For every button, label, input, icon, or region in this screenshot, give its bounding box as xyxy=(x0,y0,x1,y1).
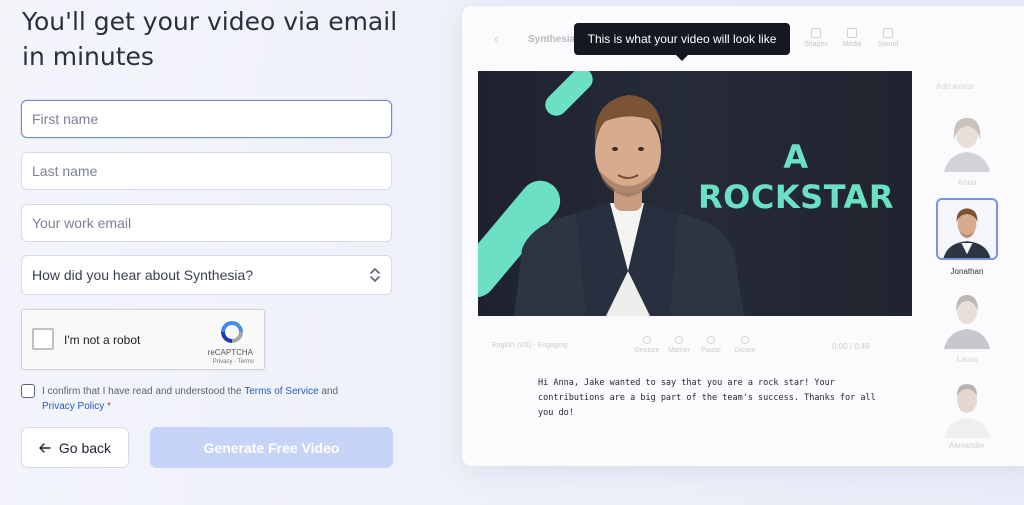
duration-counter: 0:00 / 0:49 xyxy=(832,342,870,351)
chevron-updown-icon xyxy=(370,267,380,283)
video-headline-line2: ROCKSTAR xyxy=(698,178,894,216)
privacy-link[interactable]: Privacy Policy xyxy=(42,401,104,412)
shapes-icon xyxy=(811,28,821,38)
source-select-value: How did you hear about Synthesia? xyxy=(32,267,254,283)
video-preview: A ROCKSTAR xyxy=(478,71,912,316)
recaptcha-brand: reCAPTCHA xyxy=(207,348,253,357)
control-marker-label: Marker xyxy=(668,347,690,354)
go-back-label: Go back xyxy=(58,439,112,456)
required-mark: * xyxy=(107,401,111,412)
avatar-alexander-name: Alexander xyxy=(948,441,986,450)
recaptcha-links[interactable]: Privacy - Terms xyxy=(213,359,254,365)
avatars-heading: Add avatar xyxy=(936,82,975,91)
video-script-text: Hi Anna, Jake wanted to say that you are… xyxy=(538,378,876,418)
avatar-alexander xyxy=(936,376,998,438)
avatar-jonathan[interactable] xyxy=(936,198,998,260)
source-select[interactable]: How did you hear about Synthesia? xyxy=(21,255,392,295)
arrow-left-icon xyxy=(39,442,51,453)
preview-tooltip: This is what your video will look like xyxy=(574,23,790,61)
editor-title: Synthesia xyxy=(528,34,576,45)
recaptcha-logo-icon xyxy=(221,321,243,343)
control-diction-label: Diction xyxy=(734,347,756,354)
avatar-jonathan-image xyxy=(943,208,991,258)
control-diction: Diction xyxy=(728,336,762,354)
consent-and: and xyxy=(321,386,339,397)
control-pause-label: Pause xyxy=(701,347,721,354)
recaptcha-widget: I'm not a robot reCAPTCHA Privacy - Term… xyxy=(21,309,265,370)
control-marker: Marker xyxy=(662,336,696,354)
control-gesture: Gesture xyxy=(630,336,664,354)
work-email-input[interactable] xyxy=(21,204,392,242)
consent-checkbox[interactable] xyxy=(21,384,35,398)
tool-shapes: Shapes xyxy=(798,28,834,48)
avatar-anna-name: Anna xyxy=(957,178,977,187)
tool-media-label: Media xyxy=(842,41,862,48)
tool-shapes-label: Shapes xyxy=(804,41,828,48)
avatar-jonathan-name: Jonathan xyxy=(950,267,984,276)
go-back-button[interactable]: Go back xyxy=(21,427,129,468)
avatar-anna-image xyxy=(944,118,990,172)
consent-row: I confirm that I have read and understoo… xyxy=(21,384,381,414)
avatar-laura-name: Laura xyxy=(956,355,978,364)
avatar-alexander-image xyxy=(944,384,990,438)
avatar-laura-image xyxy=(944,295,990,349)
tool-media: Media xyxy=(834,28,870,48)
first-name-input[interactable] xyxy=(21,100,392,138)
page-headline: You'll get your video via email in minut… xyxy=(22,7,398,71)
gesture-icon xyxy=(643,336,651,344)
recaptcha-label: I'm not a robot xyxy=(64,333,141,347)
video-headline-line1: A xyxy=(783,138,809,176)
terms-link[interactable]: Terms of Service xyxy=(244,386,318,397)
tool-sound-label: Sound xyxy=(877,41,899,48)
consent-text: I confirm that I have read and understoo… xyxy=(42,386,242,397)
language-select: English (US) - Engaging xyxy=(492,342,568,349)
generate-video-button[interactable]: Generate Free Video xyxy=(150,427,393,468)
tool-sound: Sound xyxy=(870,28,906,48)
diction-icon xyxy=(741,336,749,344)
media-icon xyxy=(847,28,857,38)
sound-icon xyxy=(883,28,893,38)
marker-icon xyxy=(675,336,683,344)
pause-icon xyxy=(707,336,715,344)
avatar-anna xyxy=(936,110,998,172)
avatar-laura xyxy=(936,287,998,349)
control-gesture-label: Gesture xyxy=(634,347,660,354)
chevron-left-icon: ‹ xyxy=(494,32,498,46)
control-pause: Pause xyxy=(694,336,728,354)
recaptcha-checkbox[interactable] xyxy=(32,328,54,350)
video-headline: A ROCKSTAR xyxy=(696,137,896,217)
last-name-input[interactable] xyxy=(21,152,392,190)
